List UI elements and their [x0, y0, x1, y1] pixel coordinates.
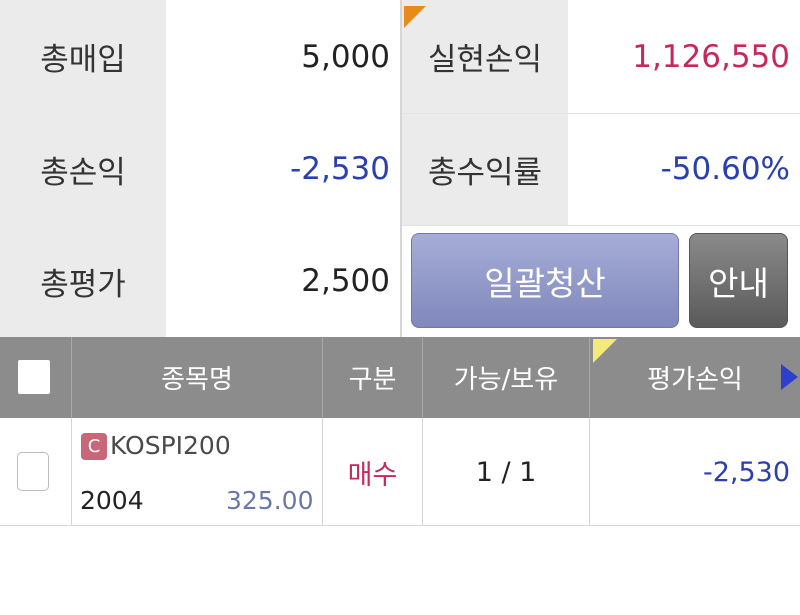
- header-separator: [589, 337, 590, 418]
- header-valuation-pl[interactable]: 평가손익: [590, 337, 800, 418]
- stock-name[interactable]: KOSPI200: [110, 431, 231, 460]
- stock-price: 325.00: [226, 486, 314, 515]
- realized-pl-value: 1,126,550: [568, 0, 800, 113]
- row-divider: [402, 225, 800, 226]
- valuation-pl-value: -2,530: [702, 456, 790, 488]
- scroll-right-arrow-icon[interactable]: [781, 364, 798, 390]
- total-pl-value: -2,530: [166, 113, 400, 225]
- total-valuation-label: 총평가: [0, 225, 166, 337]
- account-summary: 총매입 5,000 실현손익 1,126,550 총손익 -2,530 총수익률…: [0, 0, 800, 337]
- row-select-checkbox[interactable]: [17, 452, 49, 491]
- total-return-value: -50.60%: [568, 113, 800, 225]
- select-all-checkbox[interactable]: [18, 360, 50, 394]
- header-available-held[interactable]: 가능/보유: [423, 337, 589, 418]
- realized-pl-corner-marker: [404, 6, 426, 28]
- header-separator: [71, 337, 72, 418]
- total-return-label: 총수익률: [402, 113, 568, 225]
- total-purchase-label: 총매입: [0, 0, 166, 113]
- order-type: 매수: [347, 459, 398, 491]
- guide-button[interactable]: 안내: [689, 233, 788, 328]
- total-valuation-value: 2,500: [166, 225, 400, 337]
- valuation-pl-corner-marker: [593, 339, 617, 363]
- header-type[interactable]: 구분: [323, 337, 422, 418]
- realized-pl-label: 실현손익: [402, 0, 568, 113]
- available-held-qty: 1 / 1: [475, 456, 537, 488]
- stock-code: 2004: [80, 486, 144, 515]
- row-divider: [402, 113, 800, 114]
- positions-table-header: 종목명 구분 가능/보유 평가손익: [0, 337, 800, 418]
- header-separator: [422, 337, 423, 418]
- total-purchase-value: 5,000: [166, 0, 400, 113]
- call-option-badge: C: [81, 433, 107, 460]
- header-name[interactable]: 종목명: [72, 337, 322, 418]
- liquidate-all-button[interactable]: 일괄청산: [411, 233, 679, 328]
- header-separator: [322, 337, 323, 418]
- total-pl-label: 총손익: [0, 113, 166, 225]
- cell-separator: [71, 418, 72, 526]
- summary-divider: [400, 0, 402, 337]
